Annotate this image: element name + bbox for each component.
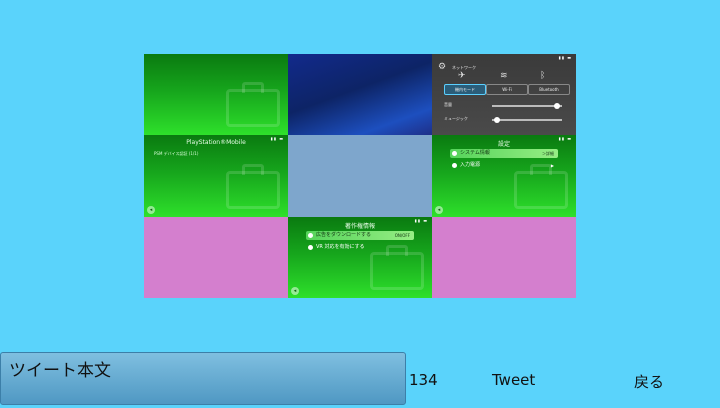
wifi-icon: ≋: [500, 71, 508, 81]
back-icon[interactable]: ◂: [291, 287, 299, 295]
item-label: 入力電源: [460, 162, 481, 169]
toolbox-icon: [514, 163, 568, 209]
airplane-icon: ✈: [458, 71, 466, 81]
airplane-mode-button[interactable]: 機内モード: [444, 84, 486, 95]
screen-settings[interactable]: ▮▮ ▬ 設定 システム情報 ＞詳細 入力電源 ▶ ◂: [432, 135, 576, 217]
screenshot-grid: ▮▮ ▬ ⚙ ネットワーク ✈ ≋ ᛒ 機内モード Wi-Fi Bluetoot…: [144, 54, 576, 298]
screen-line: PSM デバイス認証 (1/1): [154, 151, 199, 157]
screen-wallpaper[interactable]: [288, 54, 432, 136]
bluetooth-icon: ᛒ: [540, 71, 546, 81]
toolbox-icon: [370, 245, 424, 290]
bluetooth-button[interactable]: Bluetooth: [528, 84, 570, 95]
screen-license[interactable]: ▮▮ ▬ 著作権情報 広告をダウンロードする ON/OFF VR 対応を有効にす…: [288, 216, 432, 298]
item-label: システム情報: [460, 150, 490, 157]
volume-knob[interactable]: [554, 103, 560, 109]
tweet-button[interactable]: Tweet: [492, 371, 535, 389]
screen-title: 設定: [497, 141, 510, 149]
screen-title: 著作権情報: [344, 222, 375, 230]
screen-title: PlayStation®Mobile: [186, 139, 246, 147]
back-icon[interactable]: ◂: [147, 205, 155, 214]
toolbox-icon: [226, 82, 280, 128]
gear-icon: ⚙: [438, 62, 447, 72]
item-icon: [452, 163, 457, 169]
item-icon: [452, 151, 457, 157]
volume-label: 音量: [444, 102, 452, 107]
music-knob[interactable]: [494, 117, 500, 123]
item-label: VR 対応を有効にする: [316, 243, 365, 250]
music-label: ミュージック: [444, 116, 468, 121]
wifi-button[interactable]: Wi-Fi: [486, 84, 528, 95]
tweet-text-input[interactable]: ツイート本文: [0, 352, 406, 405]
settings-item[interactable]: システム情報 ＞詳細: [450, 149, 558, 159]
music-slider[interactable]: [492, 117, 562, 123]
volume-slider[interactable]: [492, 103, 562, 109]
toolbox-icon: [226, 163, 280, 209]
item-value: ON/OFF: [394, 232, 410, 238]
screen-playstation-mobile[interactable]: ▮▮ ▬ PlayStation®Mobile PSM デバイス認証 (1/1)…: [144, 135, 288, 217]
item-label: 広告をダウンロードする: [316, 231, 372, 238]
screen-pink-right: [432, 216, 576, 298]
char-count: 134: [409, 371, 438, 389]
license-item[interactable]: 広告をダウンロードする ON/OFF: [306, 230, 414, 240]
screen-blank: [288, 135, 432, 217]
screen-control-panel[interactable]: ▮▮ ▬ ⚙ ネットワーク ✈ ≋ ᛒ 機内モード Wi-Fi Bluetoot…: [432, 54, 576, 136]
item-icon: [308, 232, 313, 238]
back-button[interactable]: 戻る: [634, 371, 664, 392]
screen-pink-left: [144, 216, 288, 298]
item-value: ＞詳細: [542, 151, 554, 157]
screen-home-1[interactable]: [144, 54, 288, 136]
item-icon: [308, 244, 313, 250]
status-bar: ▮▮ ▬: [558, 55, 572, 60]
back-icon[interactable]: ◂: [435, 205, 443, 214]
